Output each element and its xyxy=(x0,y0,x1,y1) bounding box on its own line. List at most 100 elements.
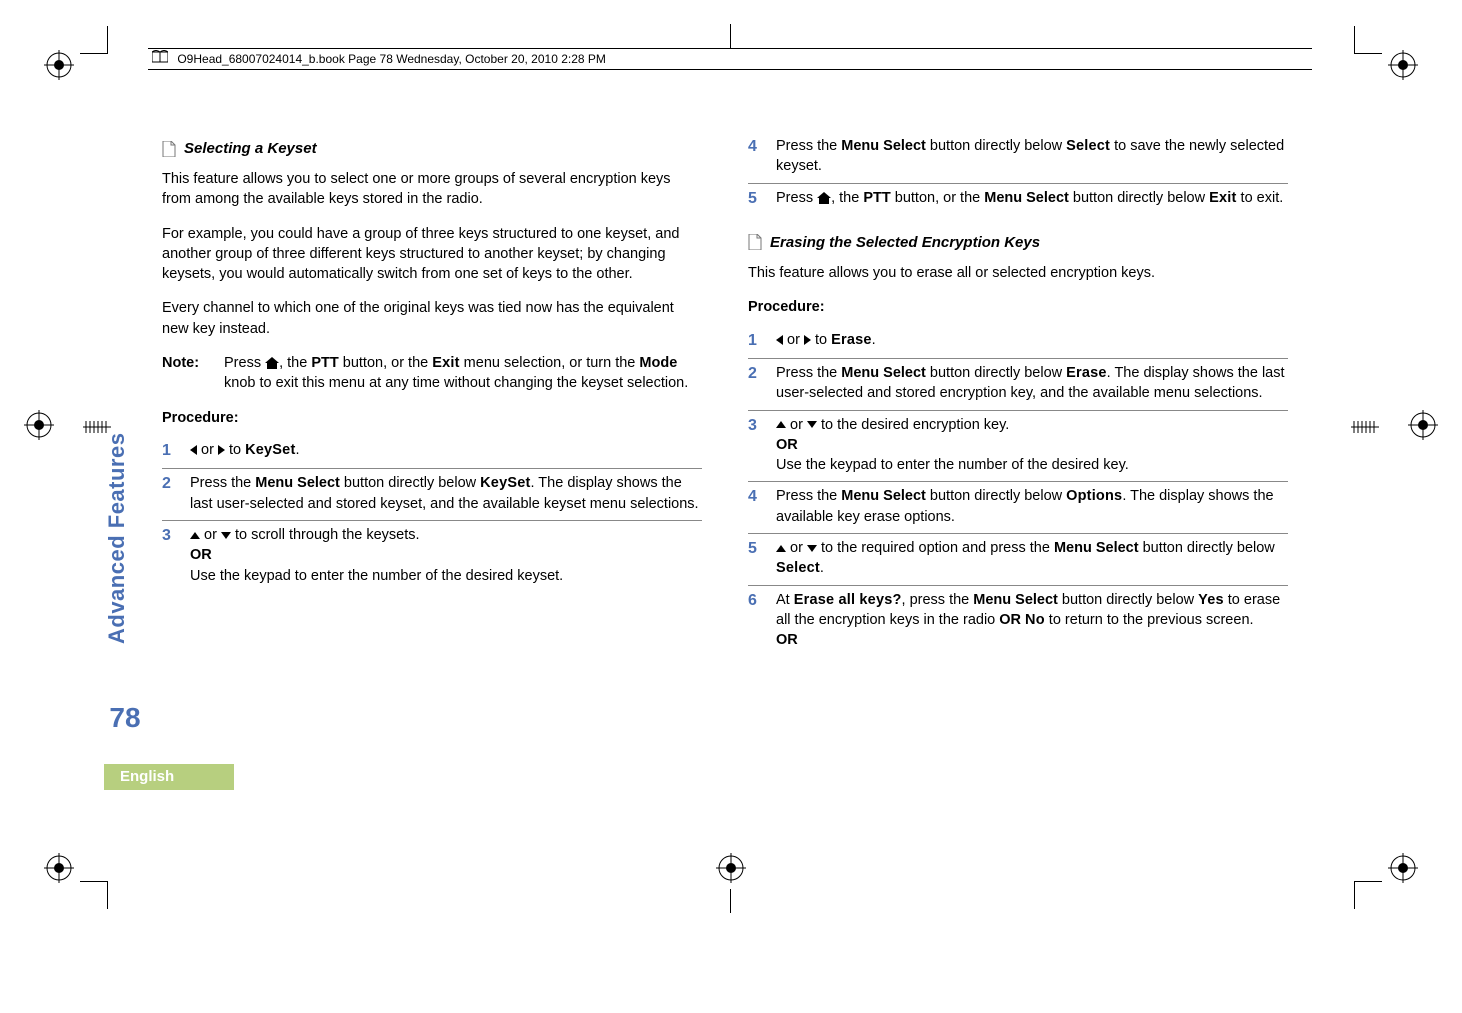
text: or xyxy=(197,442,218,458)
text: knob to exit this menu at any time witho… xyxy=(224,375,688,391)
ui-label: Yes xyxy=(1198,592,1224,608)
left-column: Selecting a Keyset This feature allows y… xyxy=(162,132,702,592)
step-body: or to Erase. xyxy=(776,330,1288,352)
step-number: 2 xyxy=(748,363,776,404)
step-number: 2 xyxy=(162,473,190,514)
text: button directly below xyxy=(1069,190,1209,206)
step-body: Press , the PTT button, or the Menu Sele… xyxy=(776,188,1288,210)
reg-mark-icon xyxy=(44,853,74,883)
menu-select-label: Menu Select xyxy=(1054,540,1139,556)
step: 5 or to the required option and press th… xyxy=(748,534,1288,586)
step-number: 5 xyxy=(748,188,776,210)
text: button directly below xyxy=(926,488,1066,504)
step: 4 Press the Menu Select button directly … xyxy=(748,482,1288,534)
step: 2 Press the Menu Select button directly … xyxy=(162,469,702,521)
down-arrow-icon xyxy=(221,532,231,539)
step-body: or to the required option and press the … xyxy=(776,538,1288,579)
up-arrow-icon xyxy=(190,532,200,539)
document-icon xyxy=(162,141,176,157)
text: or xyxy=(786,540,807,556)
or-label: OR xyxy=(999,612,1021,628)
ui-label: KeySet xyxy=(480,475,530,491)
step-number: 3 xyxy=(748,415,776,476)
crop-corner xyxy=(80,26,108,54)
or-label: OR xyxy=(776,437,798,453)
menu-select-label: Menu Select xyxy=(984,190,1069,206)
home-icon xyxy=(265,357,279,369)
text: Use the keypad to enter the number of th… xyxy=(776,457,1129,473)
ptt-label: PTT xyxy=(863,190,890,206)
text: Press the xyxy=(776,365,841,381)
fold-line xyxy=(730,24,731,48)
left-arrow-icon xyxy=(776,335,783,345)
crop-corner xyxy=(1354,26,1382,54)
menu-select-label: Menu Select xyxy=(255,475,340,491)
step-body: At Erase all keys?, press the Menu Selec… xyxy=(776,590,1288,651)
step: 1 or to Erase. xyxy=(748,326,1288,359)
ui-label: Erase xyxy=(1066,365,1107,381)
ui-label: No xyxy=(1025,612,1045,628)
reg-mark-icon xyxy=(44,50,74,80)
ui-label: Exit xyxy=(432,355,459,371)
section-title: Erasing the Selected Encryption Keys xyxy=(770,232,1040,253)
text: button directly below xyxy=(926,138,1066,154)
text: , press the xyxy=(902,592,974,608)
text: , the xyxy=(831,190,863,206)
step-number: 5 xyxy=(748,538,776,579)
step-number: 4 xyxy=(748,136,776,177)
paragraph: This feature allows you to erase all or … xyxy=(748,263,1288,283)
text: . xyxy=(295,442,299,458)
text: button directly below xyxy=(926,365,1066,381)
reg-mark-icon xyxy=(716,853,746,883)
text: button, or the xyxy=(339,355,433,371)
up-arrow-icon xyxy=(776,545,786,552)
text: to the required option and press the xyxy=(817,540,1054,556)
step: 2 Press the Menu Select button directly … xyxy=(748,359,1288,411)
text: button directly below xyxy=(1139,540,1275,556)
step-body: or to the desired encryption key. OR Use… xyxy=(776,415,1288,476)
reg-mark-icon xyxy=(1388,853,1418,883)
crop-corner xyxy=(1354,881,1382,909)
header-text: O9Head_68007024014_b.book Page 78 Wednes… xyxy=(177,52,606,66)
step: 4 Press the Menu Select button directly … xyxy=(748,132,1288,184)
ui-label: Exit xyxy=(1209,190,1236,206)
procedure-label: Procedure: xyxy=(162,408,702,428)
step-number: 6 xyxy=(748,590,776,651)
text: to the desired encryption key. xyxy=(817,417,1009,433)
step: 6 At Erase all keys?, press the Menu Sel… xyxy=(748,586,1288,657)
ui-label: Erase all keys? xyxy=(794,592,902,608)
up-arrow-icon xyxy=(776,421,786,428)
ui-label: Options xyxy=(1066,488,1122,504)
text: . xyxy=(872,332,876,348)
text: Press xyxy=(776,190,817,206)
text: Press the xyxy=(190,475,255,491)
step: 1 or to KeySet. xyxy=(162,436,702,469)
step-number: 1 xyxy=(748,330,776,352)
step-body: Press the Menu Select button directly be… xyxy=(776,486,1288,527)
menu-select-label: Menu Select xyxy=(841,138,926,154)
step-body: Press the Menu Select button directly be… xyxy=(776,136,1288,177)
home-icon xyxy=(817,192,831,204)
paragraph: This feature allows you to select one or… xyxy=(162,169,702,210)
section-heading: Erasing the Selected Encryption Keys xyxy=(748,232,1288,253)
section-title: Selecting a Keyset xyxy=(184,138,317,159)
text: button, or the xyxy=(891,190,985,206)
step-number: 4 xyxy=(748,486,776,527)
or-label: OR xyxy=(190,547,212,563)
step-body: Press the Menu Select button directly be… xyxy=(776,363,1288,404)
header-bar: O9Head_68007024014_b.book Page 78 Wednes… xyxy=(148,48,1312,70)
text: or xyxy=(786,417,807,433)
step-body: or to scroll through the keysets. OR Use… xyxy=(190,525,702,586)
text: At xyxy=(776,592,794,608)
menu-select-label: Menu Select xyxy=(973,592,1058,608)
step-body: Press the Menu Select button directly be… xyxy=(190,473,702,514)
text: menu selection, or turn the xyxy=(460,355,640,371)
paragraph: Every channel to which one of the origin… xyxy=(162,298,702,339)
step: 5 Press , the PTT button, or the Menu Se… xyxy=(748,184,1288,216)
ptt-label: PTT xyxy=(311,355,338,371)
text: button directly below xyxy=(1058,592,1198,608)
step: 3 or to scroll through the keysets. OR U… xyxy=(162,521,702,592)
language-label: English xyxy=(104,764,234,790)
text: Use the keypad to enter the number of th… xyxy=(190,568,563,584)
note: Note: Press , the PTT button, or the Exi… xyxy=(162,353,702,394)
